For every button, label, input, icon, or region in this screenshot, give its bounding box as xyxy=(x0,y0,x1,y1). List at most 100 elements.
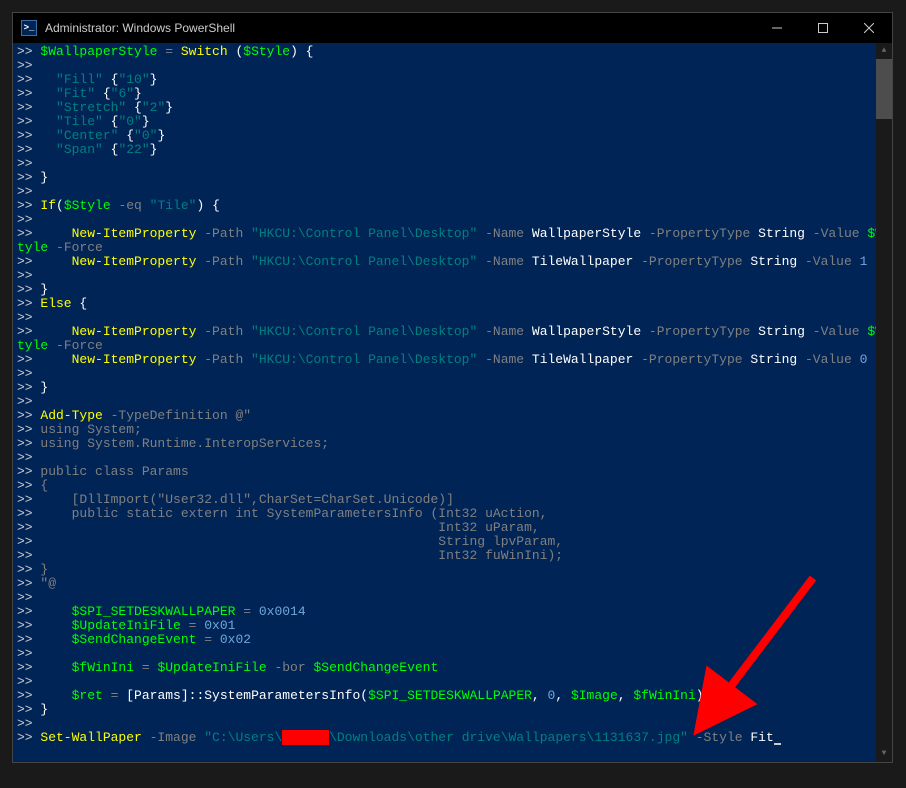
terminal-line: >> $WallpaperStyle = Switch ($Style) { xyxy=(17,45,888,59)
code-segment: >> xyxy=(17,142,56,157)
code-segment: Set-WallPaper xyxy=(40,730,141,745)
code-segment: ) { xyxy=(290,44,313,59)
code-segment: "Stretch" xyxy=(56,100,126,115)
code-segment: Else xyxy=(40,296,71,311)
maximize-button[interactable] xyxy=(800,13,846,43)
code-segment: >> xyxy=(17,44,40,59)
scroll-down-icon[interactable]: ▼ xyxy=(876,746,892,762)
terminal-line: >> { xyxy=(17,479,888,493)
code-segment: Int32 fuWinIni); xyxy=(438,548,563,563)
code-segment: >> xyxy=(17,380,40,395)
code-segment: TileWallpaper xyxy=(532,352,633,367)
code-segment: -Path xyxy=(196,352,251,367)
code-segment: $Style xyxy=(243,44,290,59)
code-segment: >> xyxy=(17,436,40,451)
code-segment: "HKCU:\Control Panel\Desktop" xyxy=(251,324,477,339)
code-segment: String lpvParam, xyxy=(438,534,563,549)
code-segment: } xyxy=(40,282,48,297)
code-segment: >> xyxy=(17,198,40,213)
code-segment: [DllImport("User32.dll",CharSet=CharSet.… xyxy=(72,492,454,507)
code-segment: public class Params xyxy=(40,464,188,479)
code-segment: { xyxy=(126,100,142,115)
code-segment: \Downloads\other drive\Wallpapers\113163… xyxy=(329,730,688,745)
code-segment: -Name xyxy=(477,352,532,367)
code-segment: using System; xyxy=(40,422,141,437)
code-segment: $SPI_SETDESKWALLPAPER xyxy=(368,688,532,703)
terminal-line: >> Add-Type -TypeDefinition @" xyxy=(17,409,888,423)
code-segment: $SendChangeEvent xyxy=(72,632,197,647)
code-segment: >> xyxy=(17,366,33,381)
code-segment: $UpdateIniFile xyxy=(157,660,266,675)
code-segment: $SPI_SETDESKWALLPAPER xyxy=(72,604,236,619)
code-segment: "Tile" xyxy=(150,198,197,213)
code-segment: >> xyxy=(17,324,72,339)
titlebar[interactable]: >_ Administrator: Windows PowerShell xyxy=(13,13,892,43)
code-segment: $fWinIni xyxy=(72,660,134,675)
code-segment: >> xyxy=(17,58,33,73)
terminal-pane[interactable]: >> $WallpaperStyle = Switch ($Style) {>>… xyxy=(13,43,892,762)
code-segment: } xyxy=(40,562,48,577)
code-segment: String xyxy=(758,226,805,241)
code-segment: } xyxy=(142,114,150,129)
code-segment: >> xyxy=(17,478,40,493)
code-segment: >> xyxy=(17,72,56,87)
code-segment: >> xyxy=(17,254,72,269)
code-segment: [Params] xyxy=(126,688,188,703)
code-segment: String xyxy=(750,352,797,367)
cursor xyxy=(774,743,781,745)
terminal-line: >> xyxy=(17,59,888,73)
terminal-line: >> $UpdateIniFile = 0x01 xyxy=(17,619,888,633)
maximize-icon xyxy=(818,23,828,33)
code-segment: Add-Type xyxy=(40,408,102,423)
code-segment: ( xyxy=(56,198,64,213)
code-segment: { xyxy=(103,114,119,129)
code-segment: -Image xyxy=(142,730,204,745)
terminal-line: >> $SPI_SETDESKWALLPAPER = 0x0014 xyxy=(17,605,888,619)
code-segment: "2" xyxy=(142,100,165,115)
code-segment: using System.Runtime.InteropServices; xyxy=(40,436,329,451)
code-segment: ) { xyxy=(196,198,219,213)
code-segment: "10" xyxy=(118,72,149,87)
code-segment: >> xyxy=(17,674,33,689)
window-title: Administrator: Windows PowerShell xyxy=(45,21,235,35)
powershell-icon: >_ xyxy=(21,20,37,36)
terminal-line: >> using System; xyxy=(17,423,888,437)
code-segment: >> xyxy=(17,450,33,465)
terminal-line: >> If($Style -eq "Tile") { xyxy=(17,199,888,213)
minimize-button[interactable] xyxy=(754,13,800,43)
code-segment: >> xyxy=(17,548,438,563)
window-controls xyxy=(754,13,892,43)
scroll-up-icon[interactable]: ▲ xyxy=(876,43,892,59)
terminal-line: >> } xyxy=(17,381,888,395)
code-segment: >> xyxy=(17,268,33,283)
code-segment: $WallpaperStyle xyxy=(40,44,157,59)
code-segment: >> xyxy=(17,716,33,731)
terminal-line: >> "Fill" {"10"} xyxy=(17,73,888,87)
code-segment: -Name xyxy=(477,226,532,241)
code-segment: public static extern int SystemParameter… xyxy=(72,506,548,521)
code-segment: = xyxy=(157,44,180,59)
code-segment: >> xyxy=(17,730,40,745)
terminal-line: >> Int32 uParam, xyxy=(17,521,888,535)
code-segment: >> xyxy=(17,128,56,143)
scrollbar[interactable]: ▲ ▼ xyxy=(876,43,892,762)
terminal-line: >> xyxy=(17,311,888,325)
code-segment: } xyxy=(165,100,173,115)
code-segment: } xyxy=(150,142,158,157)
code-segment: "Fit" xyxy=(56,86,95,101)
scroll-thumb[interactable] xyxy=(876,59,892,119)
code-segment: >> xyxy=(17,170,40,185)
code-segment: >> xyxy=(17,394,33,409)
code-segment: -Value xyxy=(805,226,867,241)
code-segment: "HKCU:\Control Panel\Desktop" xyxy=(251,226,477,241)
terminal-line: >> xyxy=(17,647,888,661)
code-segment: { xyxy=(72,296,88,311)
code-segment: Switch xyxy=(181,44,228,59)
powershell-window: >_ Administrator: Windows PowerShell >> … xyxy=(12,12,893,763)
code-segment: { xyxy=(95,86,111,101)
close-button[interactable] xyxy=(846,13,892,43)
code-segment: TileWallpaper xyxy=(532,254,633,269)
code-segment: tyle xyxy=(17,240,48,255)
code-segment: -Name xyxy=(477,254,532,269)
terminal-line: >> "Span" {"22"} xyxy=(17,143,888,157)
